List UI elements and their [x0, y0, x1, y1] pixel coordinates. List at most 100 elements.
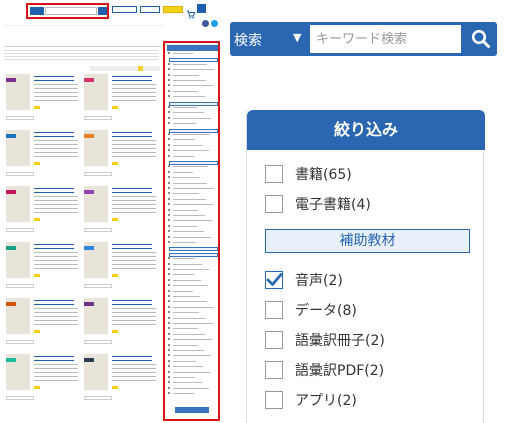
page-thumbnail	[0, 0, 224, 423]
sidebar-row	[173, 166, 208, 168]
book-text-line	[112, 364, 156, 365]
book-text-line	[112, 204, 156, 205]
filter-option-label: 音声(2)	[295, 273, 343, 289]
filter-option-vocab-booklet[interactable]: 語彙訳冊子(2)	[265, 329, 385, 351]
book-text-line	[34, 356, 74, 357]
checkbox[interactable]	[265, 361, 283, 379]
sidebar-row	[173, 53, 193, 54]
book-text-line	[34, 144, 78, 145]
book-text-line	[34, 312, 78, 313]
book-tag	[34, 330, 40, 333]
book-text-line	[34, 92, 78, 93]
book-text-line	[112, 148, 156, 149]
book-text-line	[34, 308, 78, 309]
checkbox[interactable]	[265, 331, 283, 349]
menu-icon	[197, 4, 206, 13]
book-text-line	[112, 136, 152, 137]
filter-option-vocab-pdf[interactable]: 語彙訳PDF(2)	[265, 359, 384, 381]
book-text-line	[34, 96, 78, 97]
sidebar-row	[173, 263, 202, 265]
book-item	[82, 354, 158, 406]
book-text-line	[34, 268, 78, 269]
book-text-line	[112, 156, 156, 157]
filter-option-ebooks[interactable]: 電子書籍(4)	[265, 193, 371, 215]
sidebar-checkbox	[168, 316, 170, 319]
book-text-line	[34, 88, 78, 89]
book-text-line	[34, 368, 78, 369]
book-text-line	[34, 316, 78, 317]
book-text-line	[112, 360, 152, 361]
favorite-button	[6, 340, 34, 344]
book-text-line	[34, 152, 78, 153]
book-tag	[112, 386, 118, 389]
book-text-line	[34, 208, 78, 209]
sidebar-checkbox	[168, 73, 170, 76]
sidebar-row	[173, 285, 208, 287]
book-text-line	[112, 100, 156, 101]
sidebar-checkbox	[168, 208, 170, 211]
book-text-line	[112, 260, 156, 261]
checkbox-checked[interactable]	[265, 271, 283, 289]
search-input[interactable]	[310, 25, 461, 53]
book-text-line	[112, 76, 152, 77]
book-text-line	[112, 368, 156, 369]
checkbox[interactable]	[265, 195, 283, 213]
book-text-line	[34, 192, 74, 193]
sidebar-row	[173, 333, 205, 335]
search-button[interactable]	[465, 24, 497, 54]
book-item	[4, 298, 80, 350]
filter-option-app[interactable]: アプリ(2)	[265, 389, 357, 411]
book-grid	[4, 74, 159, 423]
checkbox[interactable]	[265, 301, 283, 319]
book-cover	[84, 354, 108, 390]
filter-title: 絞り込み	[247, 110, 485, 150]
sidebar-subheader	[169, 128, 218, 133]
sidebar-row	[173, 366, 203, 368]
sidebar-checkbox	[168, 133, 170, 135]
header-search-button	[98, 7, 107, 15]
filter-option-data[interactable]: データ(8)	[265, 299, 357, 321]
title-divider	[4, 46, 160, 47]
sidebar-row	[173, 377, 195, 378]
filter-option-audio[interactable]: 音声(2)	[265, 269, 343, 291]
checkbox[interactable]	[265, 391, 283, 409]
sidebar-row	[173, 301, 207, 303]
book-text-line	[34, 252, 78, 253]
book-text-line	[34, 380, 78, 381]
sidebar-row	[173, 215, 205, 216]
book-item	[4, 186, 80, 238]
sidebar-row	[173, 360, 196, 362]
header-link	[140, 6, 160, 13]
sidebar-row	[173, 188, 214, 189]
checkbox[interactable]	[265, 165, 283, 183]
sidebar-checkbox	[168, 106, 170, 108]
chevron-down-icon[interactable]: ▼	[293, 31, 301, 44]
book-text-line	[34, 324, 78, 325]
intro-text	[4, 48, 159, 60]
sidebar-checkbox	[168, 235, 170, 238]
sidebar-row	[173, 274, 194, 276]
sidebar-checkbox	[168, 343, 170, 346]
check-icon	[266, 273, 283, 286]
sidebar-checkbox	[168, 181, 170, 184]
sidebar-row	[173, 96, 205, 98]
book-tag	[112, 274, 118, 277]
book-cover	[6, 74, 30, 110]
book-text-line	[34, 84, 78, 85]
book-tag	[34, 106, 40, 109]
book-text-line	[34, 196, 78, 197]
filter-option-books[interactable]: 書籍(65)	[265, 163, 352, 185]
book-text-line	[112, 376, 156, 377]
sidebar-row	[173, 107, 197, 108]
sidebar-checkbox	[168, 278, 170, 281]
book-item	[82, 242, 158, 294]
book-item	[82, 130, 158, 182]
sidebar-row	[173, 155, 194, 157]
book-item	[82, 298, 158, 350]
search-category-select[interactable]: 検索	[234, 30, 262, 50]
book-text-line	[112, 300, 152, 301]
book-text-line	[34, 248, 74, 249]
book-text-line	[34, 376, 78, 377]
sidebar-row	[173, 296, 200, 297]
sidebar-row	[173, 225, 197, 227]
